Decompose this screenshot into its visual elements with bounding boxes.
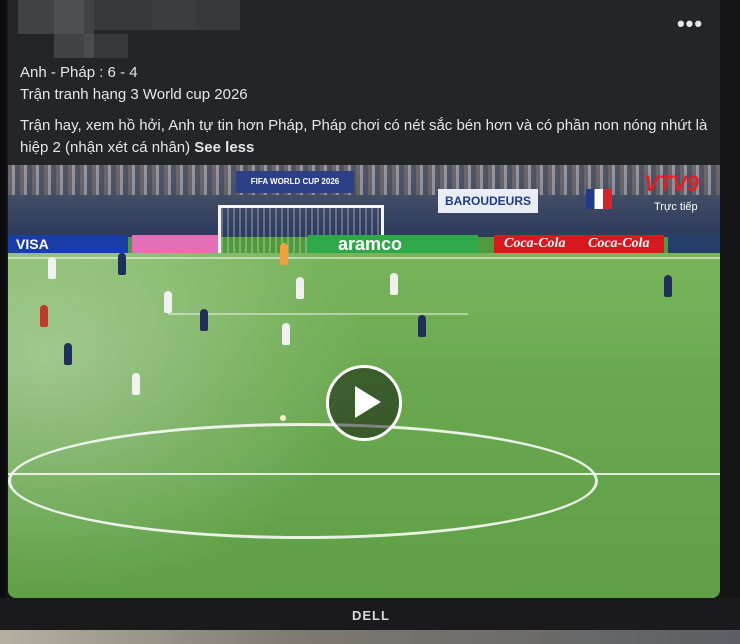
goalkeeper — [280, 243, 288, 265]
facebook-post: ••• Anh - Pháp : 6 - 4 Trận tranh hạng 3… — [8, 0, 720, 598]
player-blue — [118, 253, 126, 275]
france-flag — [586, 189, 612, 209]
more-options-button[interactable]: ••• — [676, 13, 704, 38]
player-white — [282, 323, 290, 345]
center-circle — [8, 423, 598, 539]
dell-logo: DELL — [352, 608, 390, 623]
post-body-text: Trận hay, xem hồ hởi, Anh tự tin hơn Phá… — [20, 117, 708, 156]
screen-edge — [0, 0, 6, 644]
ad-visa-text: VISA — [16, 236, 49, 252]
fifa-banner: FIFA WORLD CUP 2026 — [236, 171, 354, 193]
player-white — [390, 273, 398, 295]
ad-board-pink — [132, 235, 218, 253]
play-icon — [355, 386, 381, 418]
ad-cola-text-1: Coca-Cola — [504, 236, 566, 251]
live-label: Trực tiếp — [654, 201, 698, 213]
ad-aramco-text: aramco — [338, 234, 403, 254]
post-text: Anh - Pháp : 6 - 4 Trận tranh hạng 3 Wor… — [20, 62, 710, 158]
ad-board-dark — [668, 235, 720, 253]
sponsor-banner: BAROUDEURS — [438, 189, 538, 213]
more-horizontal-icon: ••• — [676, 11, 704, 36]
video-player[interactable]: FIFA WORLD CUP 2026 BAROUDEURS VTV9 Trực… — [8, 165, 720, 598]
ball — [280, 415, 286, 421]
crowd — [8, 165, 720, 195]
post-line-score: Anh - Pháp : 6 - 4 — [20, 64, 138, 81]
player-blue — [664, 275, 672, 297]
referee — [40, 305, 48, 327]
desk-surface — [0, 630, 740, 644]
post-body: Trận hay, xem hồ hởi, Anh tự tin hơn Phá… — [20, 115, 710, 158]
ad-cola-text-2: Coca-Cola — [588, 236, 650, 251]
player-blue — [418, 315, 426, 337]
player-white — [48, 257, 56, 279]
player-blue — [64, 343, 72, 365]
player-blue — [200, 309, 208, 331]
player-white — [132, 373, 140, 395]
player-white — [164, 291, 172, 313]
channel-logo: VTV9 — [644, 171, 700, 196]
player-white — [296, 277, 304, 299]
goal-line — [8, 257, 720, 259]
post-line-match: Trận tranh hạng 3 World cup 2026 — [20, 85, 248, 103]
blurred-author-header — [18, 0, 258, 58]
play-button[interactable] — [326, 365, 402, 441]
see-less-link[interactable]: See less — [194, 139, 254, 156]
